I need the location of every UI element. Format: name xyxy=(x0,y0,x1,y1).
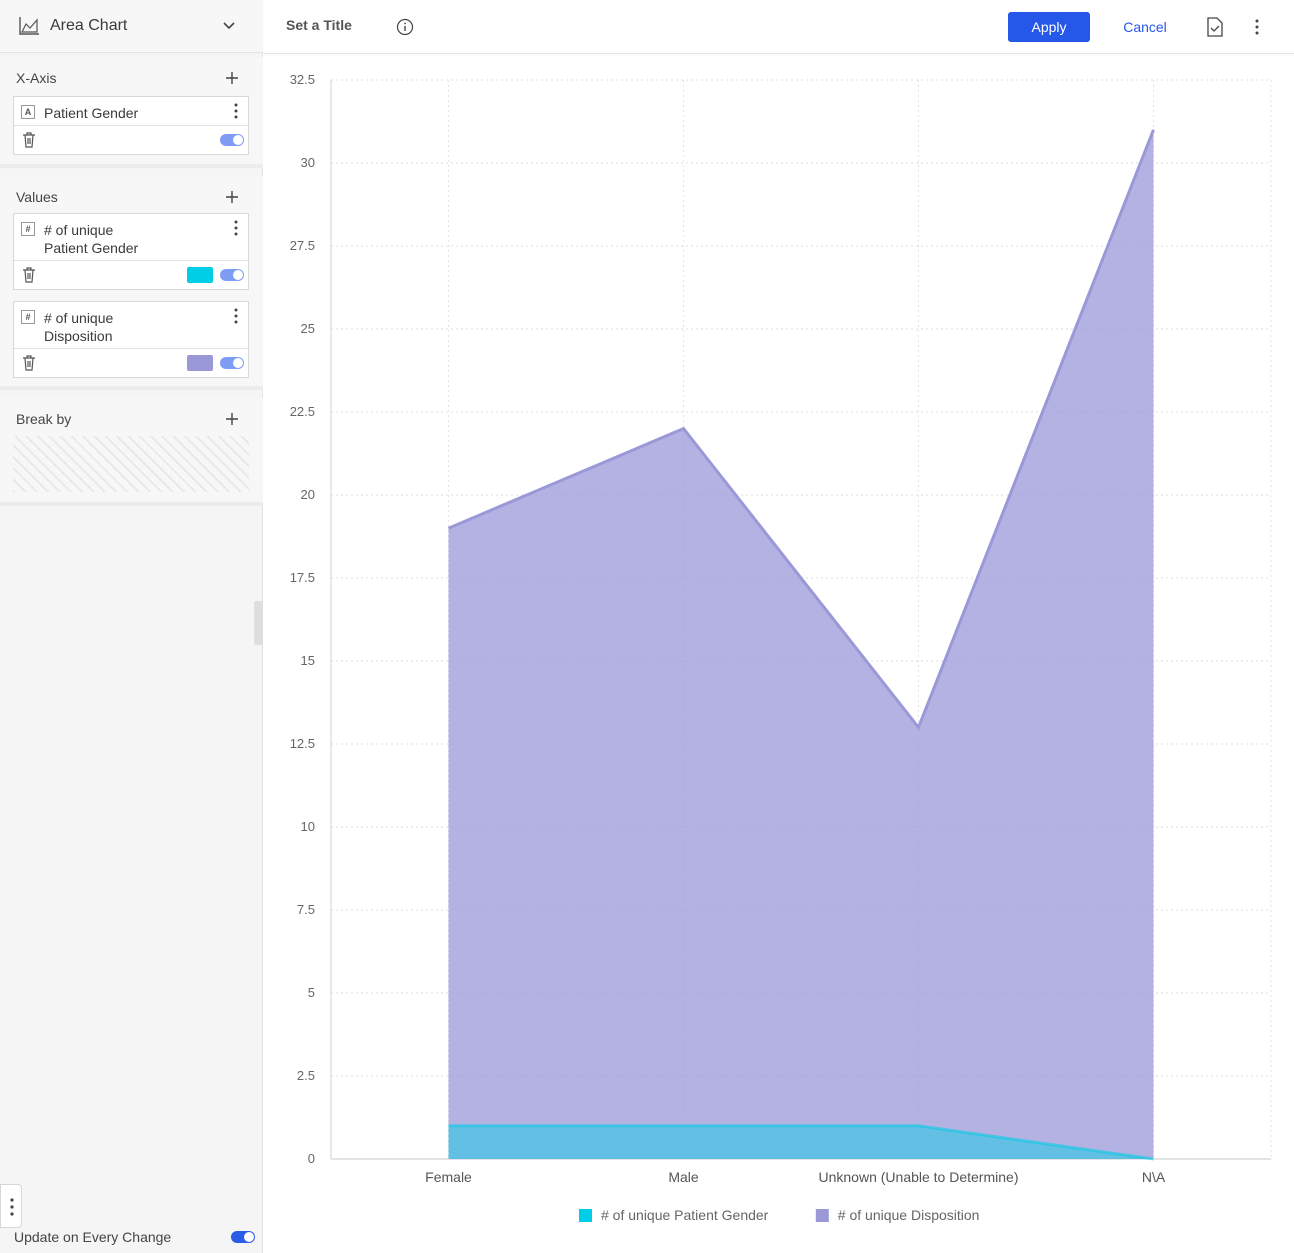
y-tick-label: 7.5 xyxy=(297,902,315,917)
chart-type-selector[interactable]: Area Chart xyxy=(0,0,263,53)
break-by-drop-zone[interactable] xyxy=(13,436,249,492)
trash-icon[interactable] xyxy=(22,267,36,283)
chart-type-label: Area Chart xyxy=(50,17,128,34)
legend-label: # of unique Patient Gender xyxy=(601,1207,769,1223)
y-tick-label: 27.5 xyxy=(290,238,315,253)
number-type-icon: # xyxy=(21,310,35,324)
cancel-button[interactable]: Cancel xyxy=(1114,12,1176,42)
value-field-label-line1: # of unique xyxy=(44,310,114,326)
series-visibility-toggle[interactable] xyxy=(220,269,244,281)
value-field-label-line1: # of unique xyxy=(44,222,114,238)
legend-swatch xyxy=(579,1209,592,1222)
value-field-label-line2: Patient Gender xyxy=(44,240,139,256)
add-value-icon[interactable] xyxy=(225,190,239,204)
value-field-card[interactable]: # # of unique Patient Gender xyxy=(13,213,249,290)
area-chart: 0 2.5 5 7.5 10 12.5 15 17.5 20 22.5 25 27.5 30 32.5 Fe… xyxy=(290,72,1272,1223)
editor-header: Set a Title Apply Cancel xyxy=(264,0,1294,54)
value-field-label-line2: Disposition xyxy=(44,328,113,344)
more-options-icon[interactable] xyxy=(233,220,239,236)
number-type-icon: # xyxy=(21,222,35,236)
y-tick-label: 22.5 xyxy=(290,404,315,419)
trash-icon[interactable] xyxy=(22,355,36,371)
chart-config-panel: Area Chart X-Axis A Patient Gender Value… xyxy=(0,0,263,1253)
panel-collapse-handle[interactable] xyxy=(254,601,263,645)
x-tick-label: Female xyxy=(425,1169,472,1185)
break-by-title: Break by xyxy=(16,411,72,427)
export-icon[interactable] xyxy=(1206,17,1224,37)
add-x-axis-icon[interactable] xyxy=(225,71,239,85)
add-break-by-icon[interactable] xyxy=(225,412,239,426)
x-tick-label: Unknown (Unable to Determine) xyxy=(819,1169,1019,1185)
y-tick-label: 15 xyxy=(301,653,315,668)
break-by-section: Break by xyxy=(0,398,263,506)
update-on-change-label: Update on Every Change xyxy=(14,1229,172,1245)
series-area xyxy=(448,129,1154,1159)
y-tick-label: 17.5 xyxy=(290,570,315,585)
y-tick-label: 30 xyxy=(301,155,315,170)
y-tick-label: 0 xyxy=(308,1151,315,1166)
x-tick-label: Male xyxy=(668,1169,699,1185)
x-axis-visibility-toggle[interactable] xyxy=(220,134,244,146)
y-tick-label: 10 xyxy=(301,819,315,834)
y-tick-label: 5 xyxy=(308,985,315,1000)
trash-icon[interactable] xyxy=(22,132,36,148)
panel-menu-button[interactable] xyxy=(0,1184,22,1228)
value-field-label: # of unique Disposition xyxy=(44,309,214,345)
y-tick-label: 2.5 xyxy=(297,1068,315,1083)
x-axis-section: X-Axis A Patient Gender xyxy=(0,57,263,168)
more-options-icon xyxy=(10,1198,14,1216)
series-visibility-toggle[interactable] xyxy=(220,357,244,369)
more-options-icon[interactable] xyxy=(233,103,239,119)
more-options-icon[interactable] xyxy=(1254,19,1260,35)
area-chart-icon xyxy=(19,17,39,35)
x-tick-label: N\A xyxy=(1142,1169,1166,1185)
values-section: Values # # of unique Patient Gender # # … xyxy=(0,176,263,390)
value-field-label: # of unique Patient Gender xyxy=(44,221,214,257)
x-axis-field-label: Patient Gender xyxy=(44,105,139,121)
legend-swatch xyxy=(815,1209,829,1222)
chevron-down-icon[interactable] xyxy=(222,19,236,33)
y-tick-label: 32.5 xyxy=(290,72,315,87)
y-tick-label: 12.5 xyxy=(290,736,315,751)
more-options-icon[interactable] xyxy=(233,308,239,324)
widget-title[interactable]: Set a Title xyxy=(286,17,352,33)
y-tick-label: 20 xyxy=(301,487,315,502)
values-title: Values xyxy=(16,189,58,205)
x-axis-field-card[interactable]: A Patient Gender xyxy=(13,96,249,155)
series-color-swatch[interactable] xyxy=(187,267,213,283)
update-on-change-toggle[interactable] xyxy=(231,1231,255,1243)
info-icon[interactable] xyxy=(396,18,414,36)
text-type-icon: A xyxy=(21,105,35,119)
x-axis-title: X-Axis xyxy=(16,70,57,86)
legend-label: # of unique Disposition xyxy=(838,1207,980,1223)
series-color-swatch[interactable] xyxy=(187,355,213,371)
y-tick-label: 25 xyxy=(301,321,315,336)
apply-button[interactable]: Apply xyxy=(1008,12,1090,42)
value-field-card[interactable]: # # of unique Disposition xyxy=(13,301,249,378)
